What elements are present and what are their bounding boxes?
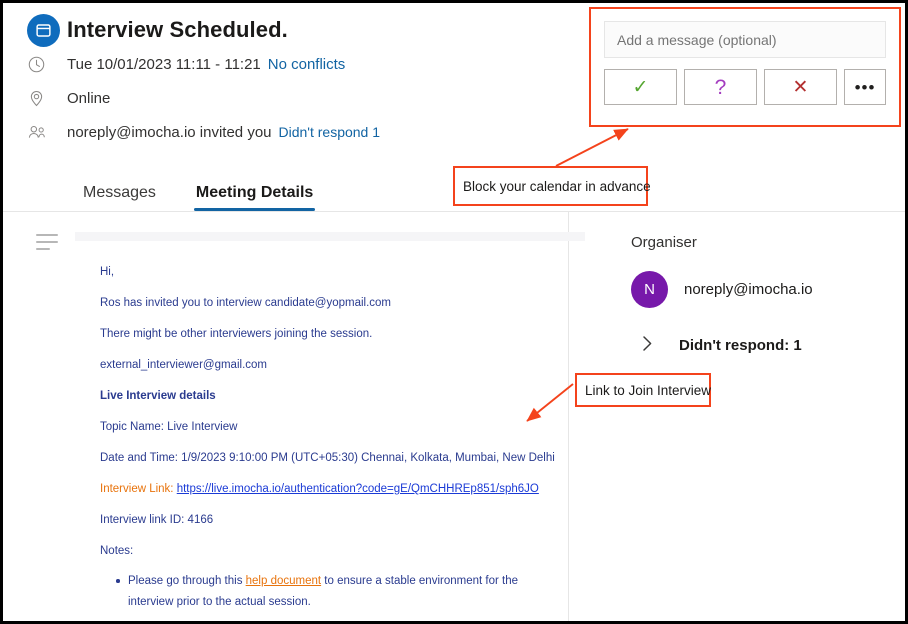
list-item: Please go through this help document to … <box>116 571 555 613</box>
mail-link-id: Interview link ID: 4166 <box>100 514 214 526</box>
organiser-row[interactable]: N noreply@imocha.io <box>631 271 905 308</box>
mail-others-line: There might be other interviewers joinin… <box>100 328 373 340</box>
content-placeholder-bar <box>75 232 585 241</box>
accept-button[interactable]: ✓ <box>604 69 677 105</box>
organiser-name: noreply@imocha.io <box>684 281 813 298</box>
calendar-icon-wrap <box>27 13 67 47</box>
mail-datetime: Date and Time: 1/9/2023 9:10:00 PM (UTC+… <box>100 452 555 464</box>
tab-messages[interactable]: Messages <box>81 184 158 211</box>
page-title: Interview Scheduled. <box>67 17 288 42</box>
no-conflicts-link[interactable]: No conflicts <box>268 56 346 73</box>
mail-notes-label: Notes: <box>100 545 134 557</box>
tentative-button[interactable]: ? <box>684 69 757 105</box>
meeting-time: Tue 10/01/2023 11:11 - 11:21 <box>67 55 261 73</box>
tab-meeting-details[interactable]: Meeting Details <box>193 184 316 211</box>
ellipsis-icon: ••• <box>854 77 876 97</box>
people-icon-wrap <box>27 123 67 142</box>
mail-content: Hi, Ros has invited you to interview can… <box>100 262 555 621</box>
didnt-respond-group[interactable]: Didn't respond: 1 <box>631 334 905 357</box>
didnt-respond-count: Didn't respond: 1 <box>679 337 802 354</box>
location-pin-icon <box>30 90 43 106</box>
summary-lines-icon <box>36 234 58 255</box>
invited-by-text: noreply@imocha.io invited you <box>67 123 272 141</box>
chevron-right-icon <box>641 334 663 357</box>
didnt-respond-link[interactable]: Didn't respond 1 <box>279 124 381 140</box>
clock-icon <box>28 56 45 72</box>
mail-interview-link-row: Interview Link: https://live.imocha.io/a… <box>100 479 555 500</box>
mail-invited-line: Ros has invited you to interview candida… <box>100 297 392 309</box>
organiser-pane: Organiser N noreply@imocha.io Didn't res… <box>569 212 905 621</box>
mail-greeting: Hi, <box>100 266 115 278</box>
detail-body: Hi, Ros has invited you to interview can… <box>3 212 905 621</box>
check-icon: ✓ <box>632 76 649 98</box>
rsvp-button-row: ✓ ? ✕ ••• <box>604 69 886 105</box>
question-mark-icon: ? <box>714 75 727 99</box>
mail-body-pane: Hi, Ros has invited you to interview can… <box>3 212 585 621</box>
mail-notes-list: Please go through this help document to … <box>100 571 555 621</box>
more-options-button[interactable]: ••• <box>844 69 886 105</box>
annotation-join-link: Link to Join Interview <box>575 373 711 407</box>
meeting-location: Online <box>67 89 111 107</box>
help-document-link[interactable]: help document <box>246 575 321 587</box>
mail-topic: Topic Name: Live Interview <box>100 421 238 433</box>
note-1-pre: Please go through this <box>128 575 246 587</box>
interview-link-url[interactable]: https://live.imocha.io/authentication?co… <box>177 483 539 495</box>
avatar: N <box>631 271 668 308</box>
meeting-invite-window: Interview Scheduled. Tue 10/01/2023 11:1… <box>0 0 908 624</box>
decline-button[interactable]: ✕ <box>764 69 837 105</box>
rsvp-response-panel: ✓ ? ✕ ••• <box>589 7 901 127</box>
calendar-icon <box>27 13 60 47</box>
mail-external-interviewer: external_interviewer@gmail.com <box>100 359 267 371</box>
add-message-input[interactable] <box>604 21 886 58</box>
clock-icon-wrap <box>27 55 67 74</box>
close-icon: ✕ <box>792 76 809 98</box>
organiser-heading: Organiser <box>631 234 697 251</box>
interview-link-label: Interview Link: <box>100 483 174 495</box>
location-icon-wrap <box>27 89 67 108</box>
details-heading-text: Live Interview details <box>100 390 216 402</box>
annotation-block-calendar: Block your calendar in advance <box>453 166 651 206</box>
mail-details-heading: Live Interview details <box>100 386 555 407</box>
people-icon <box>28 125 45 138</box>
